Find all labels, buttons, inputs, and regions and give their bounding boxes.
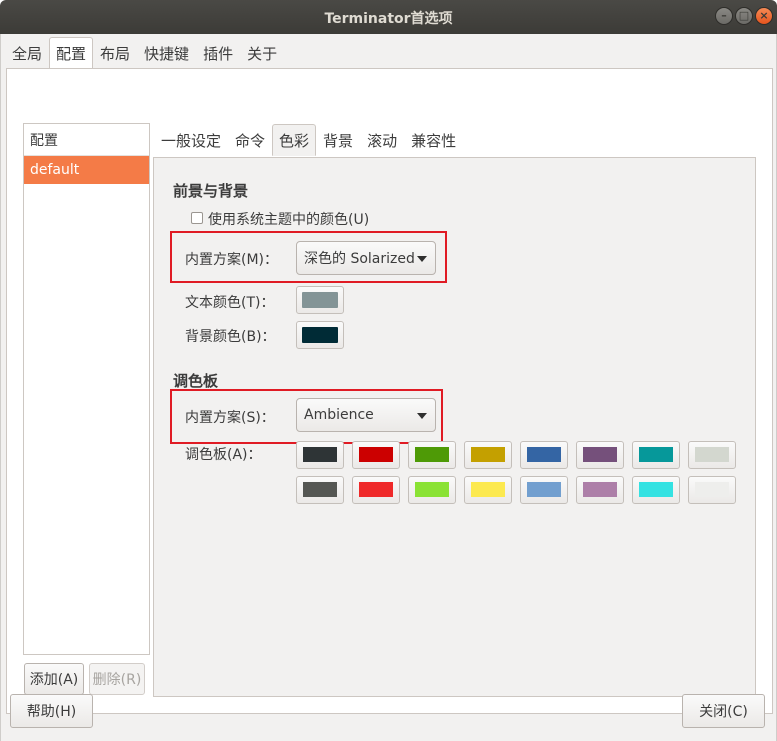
builtin-scheme-label: 内置方案(M)： bbox=[185, 252, 279, 268]
palette-color-button[interactable] bbox=[632, 476, 680, 504]
palette-scheme-dropdown[interactable]: Ambience bbox=[296, 398, 436, 432]
profile-tab-bar: 一般设定 命令 色彩 背景 滚动 兼容性 bbox=[154, 124, 463, 156]
palette-label: 调色板(A)： bbox=[185, 447, 262, 463]
help-button[interactable]: 帮助(H) bbox=[10, 694, 93, 728]
builtin-scheme-dropdown[interactable]: 深色的 Solarized bbox=[296, 241, 436, 275]
top-tab-bar: 全局 配置 布局 快捷键 插件 关于 bbox=[5, 37, 284, 69]
close-button[interactable]: 关闭(C) bbox=[682, 694, 765, 728]
text-color-button[interactable] bbox=[296, 286, 344, 314]
palette-color-swatch bbox=[359, 447, 393, 462]
palette-color-button[interactable] bbox=[408, 476, 456, 504]
palette-color-swatch bbox=[359, 482, 393, 497]
palette-color-button[interactable] bbox=[296, 476, 344, 504]
preferences-window: 全局 配置 布局 快捷键 插件 关于 配置 default 添加(A) 删除(R… bbox=[0, 34, 777, 741]
close-icon[interactable]: × bbox=[755, 7, 773, 25]
palette-section-title: 调色板 bbox=[173, 372, 219, 390]
tab-profiles[interactable]: 配置 bbox=[49, 37, 94, 69]
use-system-theme-label[interactable]: 使用系统主题中的颜色(U) bbox=[208, 209, 369, 229]
bg-color-swatch bbox=[302, 327, 338, 343]
palette-color-button[interactable] bbox=[576, 476, 624, 504]
palette-color-swatch bbox=[583, 447, 617, 462]
palette-color-swatch bbox=[415, 482, 449, 497]
palette-color-swatch bbox=[639, 447, 673, 462]
palette-color-button[interactable] bbox=[296, 441, 344, 469]
text-color-label: 文本颜色(T)： bbox=[185, 295, 275, 311]
tab-colors[interactable]: 色彩 bbox=[272, 124, 317, 156]
colors-panel: 前景与背景 使用系统主题中的颜色(U) 内置方案(M)： 深色的 Solariz… bbox=[153, 157, 756, 697]
palette-color-button[interactable] bbox=[688, 476, 736, 504]
tab-scrolling[interactable]: 滚动 bbox=[360, 124, 404, 156]
maximize-icon[interactable]: □ bbox=[735, 7, 753, 25]
palette-color-button[interactable] bbox=[520, 476, 568, 504]
profiles-panel: 配置 default 添加(A) 删除(R) 一般设定 命令 色彩 背景 滚动 … bbox=[6, 68, 773, 714]
palette-color-button[interactable] bbox=[576, 441, 624, 469]
tab-global[interactable]: 全局 bbox=[5, 37, 49, 69]
window-title: Terminator首选项 bbox=[324, 11, 453, 27]
palette-color-swatch bbox=[303, 482, 337, 497]
profile-list-header[interactable]: 配置 bbox=[24, 124, 149, 156]
profile-item-default[interactable]: default bbox=[24, 156, 149, 184]
dropdown-arrow-icon bbox=[417, 413, 427, 419]
add-profile-button[interactable]: 添加(A) bbox=[24, 663, 84, 695]
palette-color-swatch bbox=[303, 447, 337, 462]
palette-color-swatch bbox=[695, 482, 729, 497]
tab-layouts[interactable]: 布局 bbox=[93, 37, 137, 69]
palette-color-button[interactable] bbox=[464, 441, 512, 469]
palette-color-swatch bbox=[583, 482, 617, 497]
builtin-scheme-value: 深色的 Solarized bbox=[304, 251, 415, 267]
dropdown-arrow-icon bbox=[417, 256, 427, 262]
tab-general[interactable]: 一般设定 bbox=[154, 124, 228, 156]
tab-command[interactable]: 命令 bbox=[228, 124, 272, 156]
tab-background[interactable]: 背景 bbox=[316, 124, 360, 156]
palette-scheme-value: Ambience bbox=[304, 407, 374, 423]
palette-color-button[interactable] bbox=[520, 441, 568, 469]
palette-color-swatch bbox=[471, 482, 505, 497]
minimize-icon[interactable]: – bbox=[715, 7, 733, 25]
tab-keybindings[interactable]: 快捷键 bbox=[137, 37, 196, 69]
profile-list: 配置 default bbox=[23, 123, 150, 655]
text-color-swatch bbox=[302, 292, 338, 308]
palette-color-swatch bbox=[527, 447, 561, 462]
bg-color-label: 背景颜色(B)： bbox=[185, 329, 276, 345]
palette-color-button[interactable] bbox=[632, 441, 680, 469]
palette-color-swatch bbox=[527, 482, 561, 497]
palette-color-swatch bbox=[639, 482, 673, 497]
tab-about[interactable]: 关于 bbox=[240, 37, 284, 69]
palette-color-swatch bbox=[415, 447, 449, 462]
palette-color-button[interactable] bbox=[352, 441, 400, 469]
palette-color-swatch bbox=[471, 447, 505, 462]
tab-compatibility[interactable]: 兼容性 bbox=[404, 124, 463, 156]
palette-color-button[interactable] bbox=[464, 476, 512, 504]
delete-profile-button[interactable]: 删除(R) bbox=[89, 663, 145, 695]
use-system-theme-checkbox[interactable] bbox=[191, 212, 203, 224]
palette-color-button[interactable] bbox=[408, 441, 456, 469]
title-bar[interactable]: Terminator首选项 – □ × bbox=[0, 0, 777, 34]
fg-bg-section-title: 前景与背景 bbox=[173, 182, 249, 200]
palette-color-button[interactable] bbox=[352, 476, 400, 504]
palette-color-button[interactable] bbox=[688, 441, 736, 469]
palette-scheme-label: 内置方案(S)： bbox=[185, 410, 275, 426]
palette-color-swatch bbox=[695, 447, 729, 462]
bg-color-button[interactable] bbox=[296, 321, 344, 349]
tab-plugins[interactable]: 插件 bbox=[196, 37, 240, 69]
